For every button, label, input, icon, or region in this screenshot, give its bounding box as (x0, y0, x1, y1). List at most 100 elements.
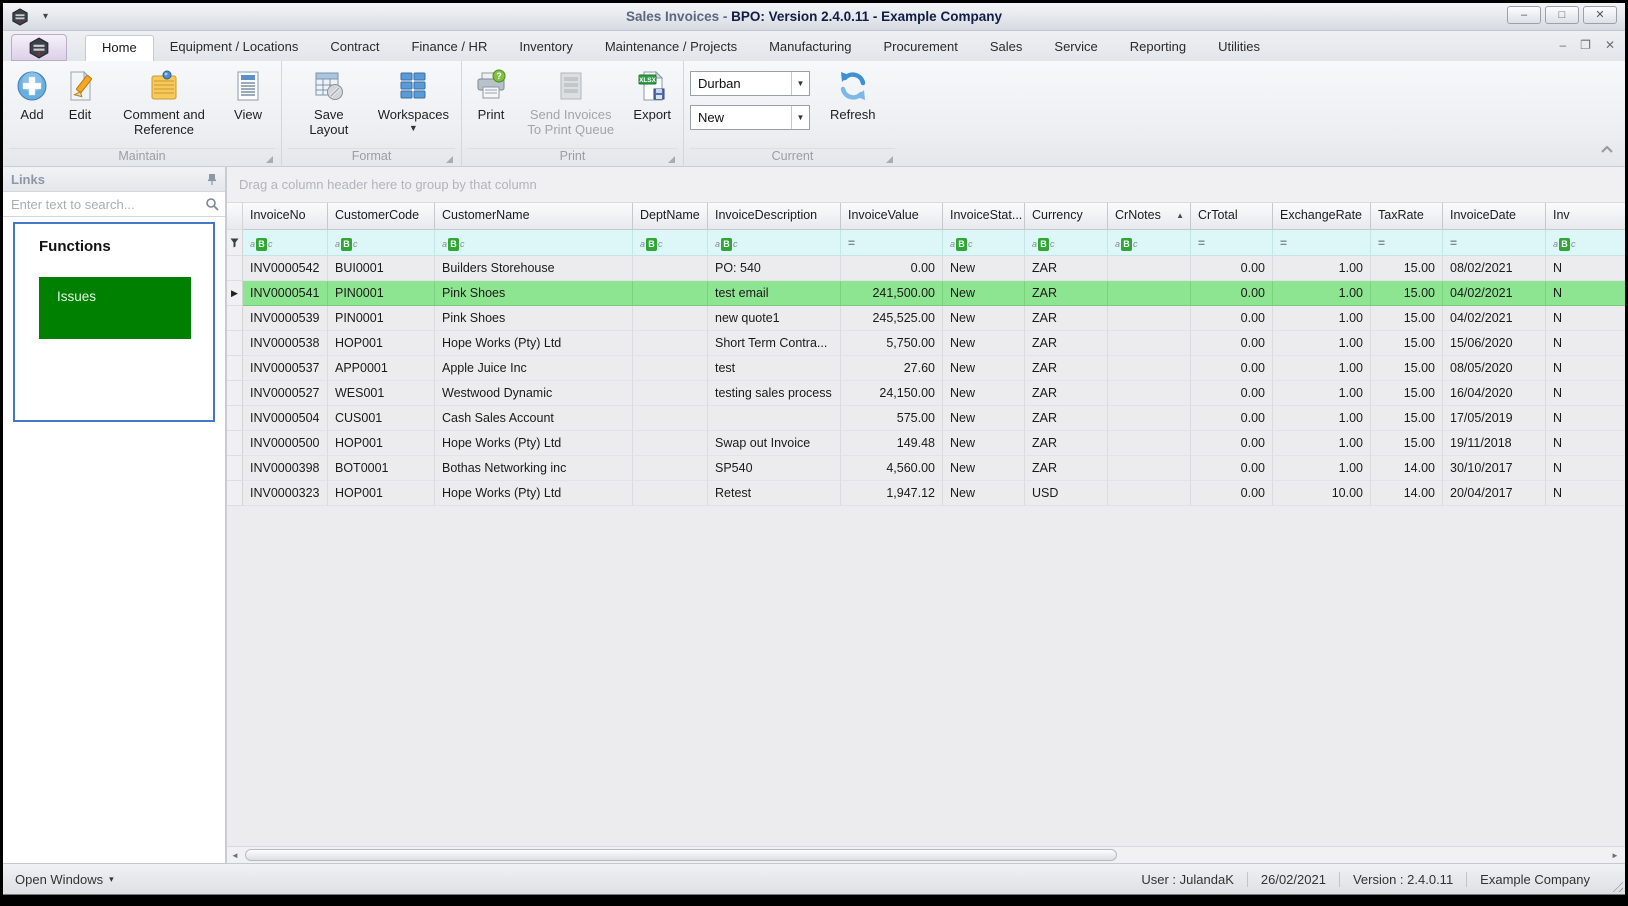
cell-InvoiceValue: 4,560.00 (841, 456, 943, 481)
tab-utilities[interactable]: Utilities (1202, 35, 1276, 61)
print-button[interactable]: ? Print (468, 65, 514, 124)
column-header-Currency[interactable]: Currency (1025, 203, 1108, 230)
application-menu-button[interactable] (11, 34, 67, 61)
tab-service[interactable]: Service (1038, 35, 1113, 61)
filter-cell-CustomerName[interactable]: aBc (435, 230, 633, 256)
pin-icon[interactable] (207, 173, 217, 185)
table-row[interactable]: INV0000323 HOP001 Hope Works (Pty) Ltd Rete… (227, 481, 1625, 506)
tab-sales[interactable]: Sales (974, 35, 1039, 61)
cell-InvoiceStatus: New (943, 356, 1025, 381)
column-header-CustomerName[interactable]: CustomerName (435, 203, 633, 230)
filter-cell-CrNotes[interactable]: aBc (1108, 230, 1191, 256)
column-header-CrTotal[interactable]: CrTotal (1191, 203, 1273, 230)
workspaces-button[interactable]: Workspaces ▼ (372, 65, 455, 135)
table-row[interactable]: INV0000538 HOP001 Hope Works (Pty) Ltd Shor… (227, 331, 1625, 356)
table-row[interactable]: INV0000537 APP0001 Apple Juice Inc test 27.6… (227, 356, 1625, 381)
close-button[interactable]: ✕ (1583, 6, 1617, 24)
export-button[interactable]: XLSX Export (627, 65, 677, 124)
column-header-InvoiceNo[interactable]: InvoiceNo (243, 203, 328, 230)
tab-contract[interactable]: Contract (314, 35, 395, 61)
tab-finance-hr[interactable]: Finance / HR (395, 35, 503, 61)
tab-home[interactable]: Home (85, 35, 154, 61)
filter-cell-Currency[interactable]: aBc (1025, 230, 1108, 256)
current-dialog-launcher[interactable] (886, 156, 893, 163)
save-layout-button[interactable]: Save Layout (288, 65, 370, 139)
filter-cell-CrTotal[interactable]: = (1191, 230, 1273, 256)
table-row[interactable]: INV0000539 PIN0001 Pink Shoes new quote1 245… (227, 306, 1625, 331)
table-row[interactable]: INV0000504 CUS001 Cash Sales Account 575.00… (227, 406, 1625, 431)
svg-text:?: ? (496, 71, 502, 81)
mdi-close-button[interactable]: ✕ (1605, 38, 1615, 52)
tab-reporting[interactable]: Reporting (1114, 35, 1202, 61)
ribbon-group-format: Save Layout Workspaces ▼ Format (281, 61, 461, 166)
cell-CrNotes (1108, 456, 1191, 481)
search-icon[interactable] (205, 197, 219, 211)
table-row[interactable]: INV0000527 WES001 Westwood Dynamic testing … (227, 381, 1625, 406)
column-header-Inv[interactable]: Inv (1546, 203, 1625, 230)
minimize-button[interactable]: – (1507, 6, 1541, 24)
search-input[interactable] (3, 196, 205, 212)
filter-cell-InvoiceNo[interactable]: aBc (243, 230, 328, 256)
column-header-CustomerCode[interactable]: CustomerCode (328, 203, 435, 230)
tab-equipment-locations[interactable]: Equipment / Locations (154, 35, 315, 61)
group-by-panel[interactable]: Drag a column header here to group by th… (227, 167, 1625, 203)
scrollbar-thumb[interactable] (245, 849, 1117, 861)
filter-cell-InvoiceStatus[interactable]: aBc (943, 230, 1025, 256)
column-header-InvoiceDescription[interactable]: InvoiceDescription (708, 203, 841, 230)
cell-InvoiceNo: INV0000398 (243, 456, 328, 481)
send-invoices-to-print-queue-button[interactable]: Send Invoices To Print Queue (516, 65, 625, 139)
column-header-ExchangeRate[interactable]: ExchangeRate (1273, 203, 1371, 230)
cell-Currency: ZAR (1025, 306, 1108, 331)
column-header-DeptName[interactable]: DeptName (633, 203, 708, 230)
mdi-minimize-button[interactable]: – (1559, 38, 1566, 52)
column-header-InvoiceDate[interactable]: InvoiceDate (1443, 203, 1546, 230)
column-header-TaxRate[interactable]: TaxRate (1371, 203, 1443, 230)
edit-button[interactable]: Edit (57, 65, 103, 124)
column-header-InvoiceStatus[interactable]: InvoiceStat... (943, 203, 1025, 230)
refresh-button[interactable]: Refresh (824, 65, 882, 124)
site-combo[interactable]: Durban ▼ (690, 71, 810, 96)
filter-cell-ExchangeRate[interactable]: = (1273, 230, 1371, 256)
column-header-InvoiceValue[interactable]: InvoiceValue (841, 203, 943, 230)
filter-cell-InvoiceDate[interactable]: = (1443, 230, 1546, 256)
refresh-icon (840, 72, 866, 100)
collapse-ribbon-button[interactable] (1599, 142, 1615, 160)
links-panel: Links Functions Issues (3, 167, 227, 863)
filter-cell-InvoiceDescription[interactable]: aBc (708, 230, 841, 256)
maximize-button[interactable]: □ (1545, 6, 1579, 24)
tab-procurement[interactable]: Procurement (867, 35, 973, 61)
format-dialog-launcher[interactable] (446, 156, 453, 163)
quick-access-caret-icon[interactable]: ▾ (43, 11, 48, 22)
issues-button[interactable]: Issues (39, 277, 191, 339)
mdi-restore-button[interactable]: ❐ (1580, 38, 1591, 52)
scroll-left-arrow[interactable]: ◄ (227, 851, 243, 860)
filter-cell-CustomerCode[interactable]: aBc (328, 230, 435, 256)
status-combo[interactable]: New ▼ (690, 105, 810, 130)
column-header-CrNotes[interactable]: CrNotes ▲ (1108, 203, 1191, 230)
tab-inventory[interactable]: Inventory (503, 35, 588, 61)
maintain-dialog-launcher[interactable] (266, 156, 273, 163)
filter-cell-Inv[interactable]: aBc (1546, 230, 1625, 256)
combo-caret-icon: ▼ (791, 106, 809, 129)
table-row[interactable]: INV0000500 HOP001 Hope Works (Pty) Ltd Swap… (227, 431, 1625, 456)
table-row[interactable]: INV0000398 BOT0001 Bothas Networking inc SP… (227, 456, 1625, 481)
filter-indicator-cell[interactable] (227, 230, 243, 256)
filter-cell-TaxRate[interactable]: = (1371, 230, 1443, 256)
filter-cell-DeptName[interactable]: aBc (633, 230, 708, 256)
print-dialog-launcher[interactable] (668, 156, 675, 163)
resize-grip[interactable] (1610, 879, 1623, 892)
add-button[interactable]: Add (9, 65, 55, 124)
horizontal-scrollbar[interactable]: ◄ ► (227, 846, 1625, 863)
view-button[interactable]: View (225, 65, 271, 124)
table-row[interactable]: ▶ INV0000541 PIN0001 Pink Shoes test email 24… (227, 281, 1625, 306)
cell-CrTotal: 0.00 (1191, 406, 1273, 431)
tab-maintenance-projects[interactable]: Maintenance / Projects (589, 35, 753, 61)
filter-cell-InvoiceValue[interactable]: = (841, 230, 943, 256)
sort-asc-icon: ▲ (1176, 211, 1184, 220)
open-windows-button[interactable]: Open Windows ▾ (3, 872, 114, 887)
tab-manufacturing[interactable]: Manufacturing (753, 35, 867, 61)
scroll-right-arrow[interactable]: ► (1607, 851, 1623, 860)
comment-and-reference-button[interactable]: Comment and Reference (105, 65, 223, 139)
table-row[interactable]: INV0000542 BUI0001 Builders Storehouse PO: … (227, 256, 1625, 281)
cell-InvoiceDate: 17/05/2019 (1443, 406, 1546, 431)
